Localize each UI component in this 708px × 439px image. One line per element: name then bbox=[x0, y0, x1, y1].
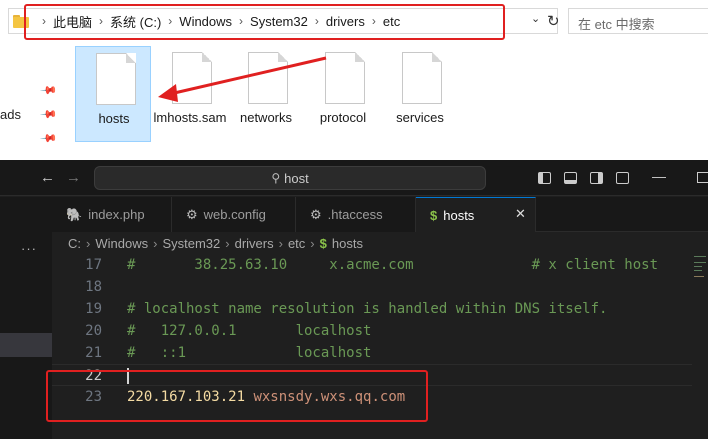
dollar-icon: $ bbox=[430, 208, 438, 223]
file-icon bbox=[325, 52, 365, 104]
file-item-hosts[interactable]: hosts bbox=[75, 46, 151, 142]
gear-icon: ⚙ bbox=[310, 206, 322, 222]
pin-icon: 📌 bbox=[39, 129, 58, 148]
breadcrumb-item[interactable]: Windows bbox=[95, 236, 148, 251]
annotation-highlight-box bbox=[46, 370, 428, 422]
customize-layout-icon[interactable] bbox=[616, 172, 629, 184]
pin-icon: 📌 bbox=[39, 105, 58, 124]
search-input[interactable]: 在 etc 中搜索 bbox=[568, 8, 708, 34]
line-number: 20 bbox=[85, 323, 102, 339]
more-icon[interactable]: ··· bbox=[21, 241, 37, 256]
code-line: 19 # localhost name resolution is handle… bbox=[52, 298, 692, 320]
file-label: protocol bbox=[319, 110, 367, 125]
tab-label: hosts bbox=[443, 208, 475, 223]
tab-web-config[interactable]: ⚙ web.config bbox=[172, 197, 296, 232]
chevron-right-icon: › bbox=[225, 235, 230, 251]
nav-item-downloads[interactable]: ads bbox=[0, 107, 21, 122]
maximize-icon[interactable] bbox=[697, 172, 708, 183]
chevron-right-icon: › bbox=[153, 235, 158, 251]
code-text: # 38.25.63.10 x.acme.com # x client host bbox=[127, 257, 659, 273]
file-item-lmhosts[interactable]: lmhosts.sam bbox=[152, 46, 228, 142]
breadcrumb-item[interactable]: etc bbox=[288, 236, 305, 251]
breadcrumb-item[interactable]: System32 bbox=[162, 236, 220, 251]
editor-tab-bar: 🐘 index.php ⚙ web.config ⚙ .htaccess $ h… bbox=[52, 197, 708, 233]
editor-breadcrumb: C: › Windows › System32 › drivers › etc … bbox=[52, 232, 708, 254]
breadcrumb-item[interactable]: C: bbox=[68, 236, 81, 251]
forward-arrow-icon[interactable]: → bbox=[66, 169, 81, 186]
file-label: hosts bbox=[98, 111, 130, 126]
minimap-line bbox=[694, 266, 702, 267]
line-number: 17 bbox=[85, 257, 102, 273]
close-icon[interactable]: ✕ bbox=[515, 206, 526, 222]
code-text: # localhost name resolution is handled w… bbox=[127, 301, 608, 317]
annotation-highlight-box bbox=[24, 4, 505, 40]
toggle-panel-icon[interactable] bbox=[564, 172, 577, 184]
tab-label: web.config bbox=[203, 207, 266, 222]
file-icon bbox=[402, 52, 442, 104]
breadcrumb-item[interactable]: drivers bbox=[235, 236, 274, 251]
refresh-icon[interactable]: ↻ bbox=[547, 12, 560, 30]
code-text: # 127.0.0.1 localhost bbox=[127, 323, 372, 339]
file-icon bbox=[248, 52, 288, 104]
toggle-sidebar-icon[interactable] bbox=[538, 172, 551, 184]
code-text: # ::1 localhost bbox=[127, 345, 372, 361]
vscode-window: ← → ⚲ host — ··· 🐘 index.php ⚙ web.confi… bbox=[0, 160, 708, 439]
activity-bar: ··· bbox=[0, 197, 52, 439]
pin-icon: 📌 bbox=[39, 81, 58, 100]
file-icon bbox=[172, 52, 212, 104]
toggle-secondary-sidebar-icon[interactable] bbox=[590, 172, 603, 184]
line-number: 19 bbox=[85, 301, 102, 317]
tab-htaccess[interactable]: ⚙ .htaccess bbox=[296, 197, 416, 232]
file-label: services bbox=[396, 110, 444, 125]
file-label: lmhosts.sam bbox=[153, 110, 227, 125]
php-icon: 🐘 bbox=[66, 206, 83, 222]
minimap-line bbox=[694, 256, 706, 257]
tab-label: .htaccess bbox=[327, 207, 383, 222]
code-line: 20 # 127.0.0.1 localhost bbox=[52, 320, 692, 342]
navigation-pane: 📌 📌 📌 bbox=[0, 40, 58, 160]
code-line: 21 # ::1 localhost bbox=[52, 342, 692, 364]
minimap-line bbox=[694, 270, 702, 271]
code-line: 18 bbox=[52, 276, 692, 298]
chevron-right-icon: › bbox=[86, 235, 91, 251]
chevron-down-icon[interactable]: ⌄ bbox=[531, 12, 540, 25]
file-item-services[interactable]: services bbox=[382, 46, 458, 142]
file-label: networks bbox=[239, 110, 293, 125]
file-explorer-window: › 此电脑 › 系统 (C:) › Windows › System32 › d… bbox=[0, 0, 708, 160]
search-icon: ⚲ bbox=[271, 171, 281, 185]
line-number: 21 bbox=[85, 345, 102, 361]
minimap[interactable] bbox=[694, 254, 708, 294]
breadcrumb-item[interactable]: hosts bbox=[332, 236, 363, 251]
tab-label: index.php bbox=[88, 207, 145, 222]
file-icon bbox=[96, 53, 136, 105]
title-bar: ← → ⚲ host — bbox=[0, 160, 708, 196]
chevron-right-icon: › bbox=[278, 235, 283, 251]
code-line: 17 # 38.25.63.10 x.acme.com # x client h… bbox=[52, 254, 692, 276]
gear-icon: ⚙ bbox=[186, 206, 198, 222]
file-item-protocol[interactable]: protocol bbox=[305, 46, 381, 142]
tab-index-php[interactable]: 🐘 index.php bbox=[52, 197, 172, 232]
chevron-right-icon: › bbox=[310, 235, 315, 251]
dollar-icon: $ bbox=[319, 235, 327, 251]
minimap-line bbox=[694, 262, 706, 263]
back-arrow-icon[interactable]: ← bbox=[40, 169, 55, 186]
line-number: 18 bbox=[85, 279, 102, 295]
minimap-line bbox=[694, 276, 704, 277]
command-center-search[interactable]: ⚲ host bbox=[94, 166, 486, 190]
file-item-networks[interactable]: networks bbox=[228, 46, 304, 142]
command-center-text: host bbox=[284, 170, 309, 186]
activity-item-active[interactable] bbox=[0, 333, 52, 357]
minimize-icon[interactable]: — bbox=[652, 168, 666, 184]
